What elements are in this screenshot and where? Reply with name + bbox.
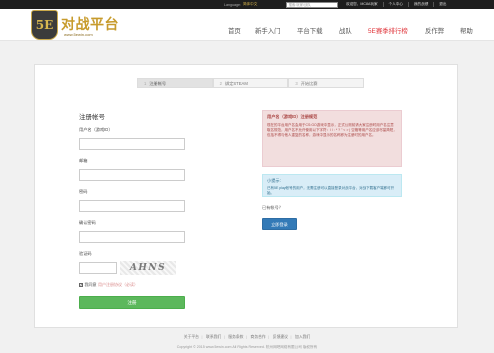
nav-season-rank[interactable]: 5E赛季排行榜 xyxy=(368,26,408,35)
top-bar: Language: 简体中文 搜索:玩家/战队 欢迎您，MC8A玩家 个人中心 … xyxy=(0,0,494,9)
footer-separator: | xyxy=(201,335,203,339)
username-field[interactable] xyxy=(79,138,185,150)
tip-notice: 小提示: 已有5E play帐号的用户，无需注册可以直接登录对战平台，对战下载客… xyxy=(262,174,402,197)
register-button[interactable]: 注册 xyxy=(79,296,185,309)
personal-center-link[interactable]: 个人中心 xyxy=(382,2,408,7)
footer-terms[interactable]: 服务条款 xyxy=(226,335,246,339)
step-start-match: 3 开始比赛 xyxy=(288,78,365,88)
footer-links: 关于平台 | 联系我们 | 服务条款 | 商务合作 | 反馈建议 | 加入我们 xyxy=(0,335,494,340)
language-label: Language: xyxy=(224,2,241,7)
logo-emblem[interactable]: 5E xyxy=(31,10,58,40)
password-label: 密码 xyxy=(79,189,88,194)
nav-team[interactable]: 战队 xyxy=(339,26,352,35)
search-input[interactable]: 搜索:玩家/战队 xyxy=(286,1,338,8)
username-label: 用户名（游戏ID） xyxy=(79,127,113,132)
footer-feedback[interactable]: 反馈建议 xyxy=(270,335,290,339)
captcha-image[interactable]: AHNS xyxy=(120,261,176,275)
copyright: Copyright © 2015 www.5ewin.com All Right… xyxy=(176,345,318,349)
email-label: 邮箱 xyxy=(79,158,88,163)
username-rules-notice: 用户名（游戏ID）注册规范 现在的平台用户名会用于CS:GO游戏中显示，正式公测… xyxy=(262,110,402,167)
logo-url: www.5ewin.com xyxy=(64,32,93,37)
my-record-link[interactable]: 我的战绩 xyxy=(407,2,433,7)
register-steps: 1 注册帐号 2 绑定STEAM 3 开始比赛 xyxy=(137,78,365,88)
step-label: 注册帐号 xyxy=(149,81,167,86)
nav-beginner[interactable]: 新手入门 xyxy=(255,26,281,35)
captcha-label: 验证码 xyxy=(79,251,92,256)
language-switcher[interactable]: Language: 简体中文 xyxy=(224,1,257,8)
step-label: 开始比赛 xyxy=(300,81,318,86)
footer-about[interactable]: 关于平台 xyxy=(181,335,201,339)
logo-text[interactable]: 对战平台 xyxy=(61,14,119,34)
confirm-password-field[interactable] xyxy=(79,231,185,243)
agree-row: ✔ 我同意 用户注册协议（必读） xyxy=(79,282,138,288)
step-label: 绑定STEAM xyxy=(225,81,248,86)
login-button[interactable]: 立即登录 xyxy=(262,218,297,230)
tip-body: 已有5E play帐号的用户，无需注册可以直接登录对战平台，对战下载客户端即可开… xyxy=(267,186,395,195)
nav-help[interactable]: 帮助 xyxy=(460,26,473,35)
password-field[interactable] xyxy=(79,200,185,212)
email-field[interactable] xyxy=(79,169,185,181)
notice-title: 用户名（游戏ID）注册规范 xyxy=(267,114,318,119)
step-bind-steam: 2 绑定STEAM xyxy=(212,78,289,88)
step-number: 2 xyxy=(219,81,223,86)
site-header: 5E 对战平台 www.5ewin.com xyxy=(0,9,494,41)
welcome-user[interactable]: 欢迎您，MC8A玩家 xyxy=(341,2,383,7)
agree-text: 我同意 xyxy=(84,282,97,287)
confirm-password-label: 确认密码 xyxy=(79,220,96,225)
step-register: 1 注册帐号 xyxy=(137,78,213,88)
footer-contact[interactable]: 联系我们 xyxy=(204,335,224,339)
captcha-field[interactable] xyxy=(79,262,117,274)
footer-business[interactable]: 商务合作 xyxy=(248,335,268,339)
agree-checkbox[interactable]: ✔ xyxy=(79,283,83,287)
footer-join[interactable]: 加入我们 xyxy=(293,335,313,339)
agreement-link[interactable]: 用户注册协议（必读） xyxy=(98,282,138,288)
form-title: 注册帐号 xyxy=(79,114,105,121)
nav-download[interactable]: 平台下载 xyxy=(297,26,323,35)
footer-separator: | xyxy=(223,335,225,339)
footer-separator: | xyxy=(245,335,247,339)
footer-separator: | xyxy=(290,335,292,339)
step-number: 3 xyxy=(295,81,298,86)
notice-body: 现在的平台用户名会用于CS:GO游戏中显示，正式公测前请大家注册时用户名注意取名… xyxy=(267,123,397,137)
tip-title: 小提示: xyxy=(267,178,281,183)
language-current[interactable]: 简体中文 xyxy=(243,2,257,7)
top-links: 欢迎您，MC8A玩家 个人中心 我的战绩 退出 xyxy=(341,1,451,8)
nav-home[interactable]: 首页 xyxy=(228,26,241,35)
nav-anticheat[interactable]: 反作弊 xyxy=(425,26,444,35)
logout-link[interactable]: 退出 xyxy=(433,2,451,7)
have-account-text: 已有帐号？ xyxy=(262,205,283,210)
step-number: 1 xyxy=(144,81,147,86)
